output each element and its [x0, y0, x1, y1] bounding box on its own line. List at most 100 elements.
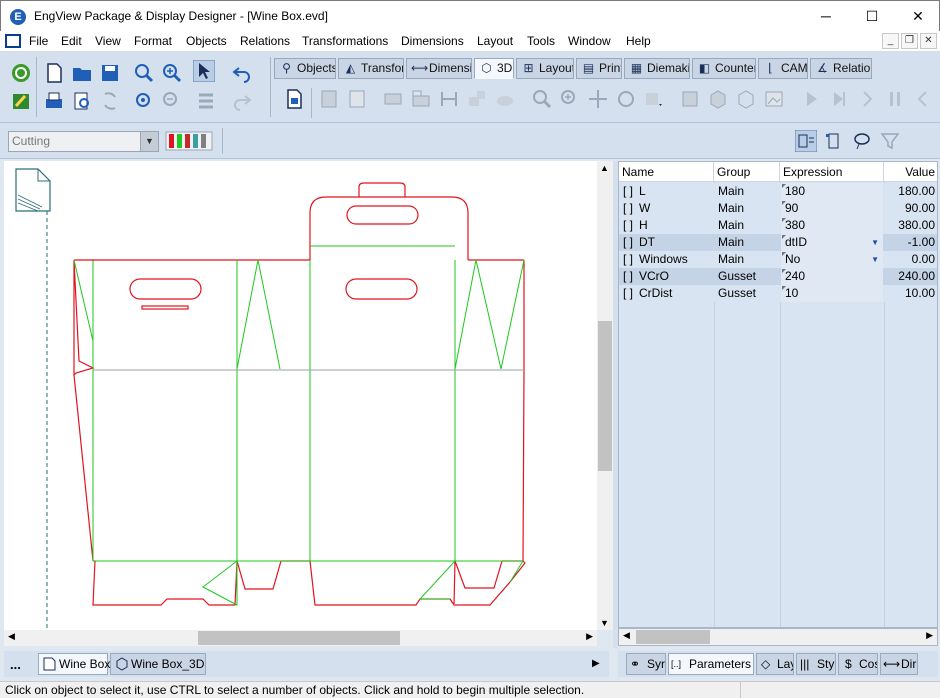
scroll-left-icon[interactable]: ◀ [623, 630, 630, 641]
horizontal-scroll-thumb[interactable] [636, 630, 710, 644]
parameter-row[interactable]: [ ] VCrO Gusset 240 240.00 [619, 268, 937, 285]
param-expression-field[interactable]: 180 [781, 183, 883, 200]
open-folder-icon[interactable] [71, 62, 93, 84]
filter-icon[interactable] [879, 130, 901, 152]
iso-view-icon[interactable] [707, 88, 729, 110]
column-header-value[interactable]: Value [884, 162, 937, 182]
menu-edit[interactable]: Edit [61, 34, 82, 48]
param-expression-field[interactable]: 10 [781, 285, 883, 302]
param-checkbox[interactable]: [ ] [623, 184, 633, 198]
lasso-icon[interactable] [851, 130, 873, 152]
parameters-horizontal-scrollbar[interactable]: ◀ ▶ [618, 628, 938, 646]
tab-wine-box[interactable]: Wine Box [38, 653, 110, 675]
play-icon[interactable] [800, 88, 822, 110]
dieline-drawing[interactable] [4, 161, 597, 630]
chevron-down-icon[interactable]: ▼ [871, 234, 879, 251]
tab-relations[interactable]: ∡ Relations [810, 58, 872, 79]
menu-layout[interactable]: Layout [477, 34, 513, 48]
import-3d-icon[interactable] [346, 88, 368, 110]
tab-symbols[interactable]: ⚭ Syr [626, 653, 666, 675]
menu-relations[interactable]: Relations [240, 34, 290, 48]
front-view-icon[interactable] [679, 88, 701, 110]
maximize-button[interactable]: ☐ [849, 1, 895, 31]
parameter-row[interactable]: [ ] W Main 90 90.00 [619, 200, 937, 217]
mdi-restore-button[interactable]: ❐ [901, 33, 918, 49]
canvas-vertical-scrollbar[interactable]: ▲ ▼ [597, 161, 613, 630]
material-icon[interactable] [494, 88, 516, 110]
image-icon[interactable] [763, 88, 785, 110]
close-button[interactable]: ✕ [895, 1, 940, 31]
chevron-down-icon[interactable]: ▼ [871, 251, 879, 268]
scroll-right-icon[interactable]: ▶ [926, 630, 933, 641]
menu-format[interactable]: Format [134, 34, 172, 48]
chevron-down-icon[interactable]: ▼ [140, 132, 158, 151]
parameter-row[interactable]: [ ] H Main 380 380.00 [619, 217, 937, 234]
drawing-canvas[interactable] [4, 161, 597, 630]
tab-cam[interactable]: ⌊ CAM [758, 58, 808, 79]
mdi-minimize-button[interactable]: _ [882, 33, 899, 49]
zoom-fit-icon[interactable] [133, 90, 155, 112]
scroll-right-icon[interactable]: ▶ [586, 631, 593, 642]
column-header-name[interactable]: Name [619, 162, 714, 182]
mode-combo[interactable]: Cutting ▼ [8, 131, 159, 152]
param-checkbox[interactable]: [ ] [623, 252, 633, 266]
zoom-out-icon[interactable] [161, 90, 183, 112]
parameter-row[interactable]: [ ] DT Main dtID ▼ -1.00 [619, 234, 937, 251]
tab-layout[interactable]: ⊞ Layout [516, 58, 574, 79]
snap-points-icon[interactable] [823, 130, 845, 152]
print-preview-icon[interactable] [71, 90, 93, 112]
wire-view-icon[interactable] [735, 88, 757, 110]
tab-diemaking[interactable]: ▦ Diemakir [624, 58, 690, 79]
vertical-scroll-thumb[interactable] [598, 321, 612, 471]
view-dropdown-icon[interactable] [643, 88, 665, 110]
tab-print[interactable]: ▤ Print [576, 58, 622, 79]
zoom-3d-icon[interactable] [531, 88, 553, 110]
tab-3d[interactable]: ⬡ 3D [474, 58, 514, 79]
zoom-in-3d-icon[interactable] [559, 88, 581, 110]
tab-dimensions-panel[interactable]: ⟷ Dir [880, 653, 918, 675]
param-expression-field[interactable]: No ▼ [781, 251, 883, 268]
scroll-down-icon[interactable]: ▼ [600, 618, 609, 628]
scroll-up-icon[interactable]: ▲ [600, 163, 609, 173]
zoom-icon[interactable] [133, 62, 155, 84]
new-file-icon[interactable] [43, 62, 65, 84]
select-arrow-icon[interactable] [193, 60, 215, 82]
minimize-button[interactable]: ─ [803, 1, 849, 31]
param-expression-field[interactable]: dtID ▼ [781, 234, 883, 251]
menu-window[interactable]: Window [568, 34, 611, 48]
tab-styles[interactable]: ||| Sty [796, 653, 836, 675]
tab-objects[interactable]: ⚲ Objects [274, 58, 336, 79]
tab-dimensions[interactable]: ⟷Dimensic [406, 58, 472, 79]
next-icon[interactable] [856, 88, 878, 110]
regenerate-icon[interactable] [10, 62, 32, 84]
more-tabs-button[interactable]: ... [10, 657, 21, 672]
param-expression-field[interactable]: 380 [781, 217, 883, 234]
parameter-row[interactable]: [ ] Windows Main No ▼ 0.00 [619, 251, 937, 268]
column-header-group[interactable]: Group [714, 162, 780, 182]
assemble-icon[interactable] [466, 88, 488, 110]
tab-transformations[interactable]: ◭ Transfor [338, 58, 404, 79]
panel-left-icon[interactable] [382, 88, 404, 110]
panel-right-icon[interactable] [410, 88, 432, 110]
tab-layers[interactable]: ◇ Lay [756, 653, 794, 675]
undo-icon[interactable] [231, 62, 253, 84]
menu-dimensions[interactable]: Dimensions [401, 34, 464, 48]
rotate-icon[interactable] [615, 88, 637, 110]
fold-3d-icon[interactable] [283, 88, 305, 110]
menu-help[interactable]: Help [626, 34, 651, 48]
scroll-left-icon[interactable]: ◀ [8, 631, 15, 642]
menu-objects[interactable]: Objects [186, 34, 227, 48]
edit-green-icon[interactable] [10, 90, 32, 112]
column-header-expression[interactable]: Expression [780, 162, 884, 182]
refresh-icon[interactable] [99, 90, 121, 112]
parameter-row[interactable]: [ ] CrDist Gusset 10 10.00 [619, 285, 937, 302]
menu-transformations[interactable]: Transformations [302, 34, 388, 48]
param-checkbox[interactable]: [ ] [623, 201, 633, 215]
export-3d-icon[interactable] [318, 88, 340, 110]
pan-icon[interactable] [587, 88, 609, 110]
redo-icon[interactable] [231, 90, 253, 112]
menu-view[interactable]: View [95, 34, 121, 48]
param-expression-field[interactable]: 240 [781, 268, 883, 285]
pause-icon[interactable] [884, 88, 906, 110]
param-checkbox[interactable]: [ ] [623, 269, 633, 283]
